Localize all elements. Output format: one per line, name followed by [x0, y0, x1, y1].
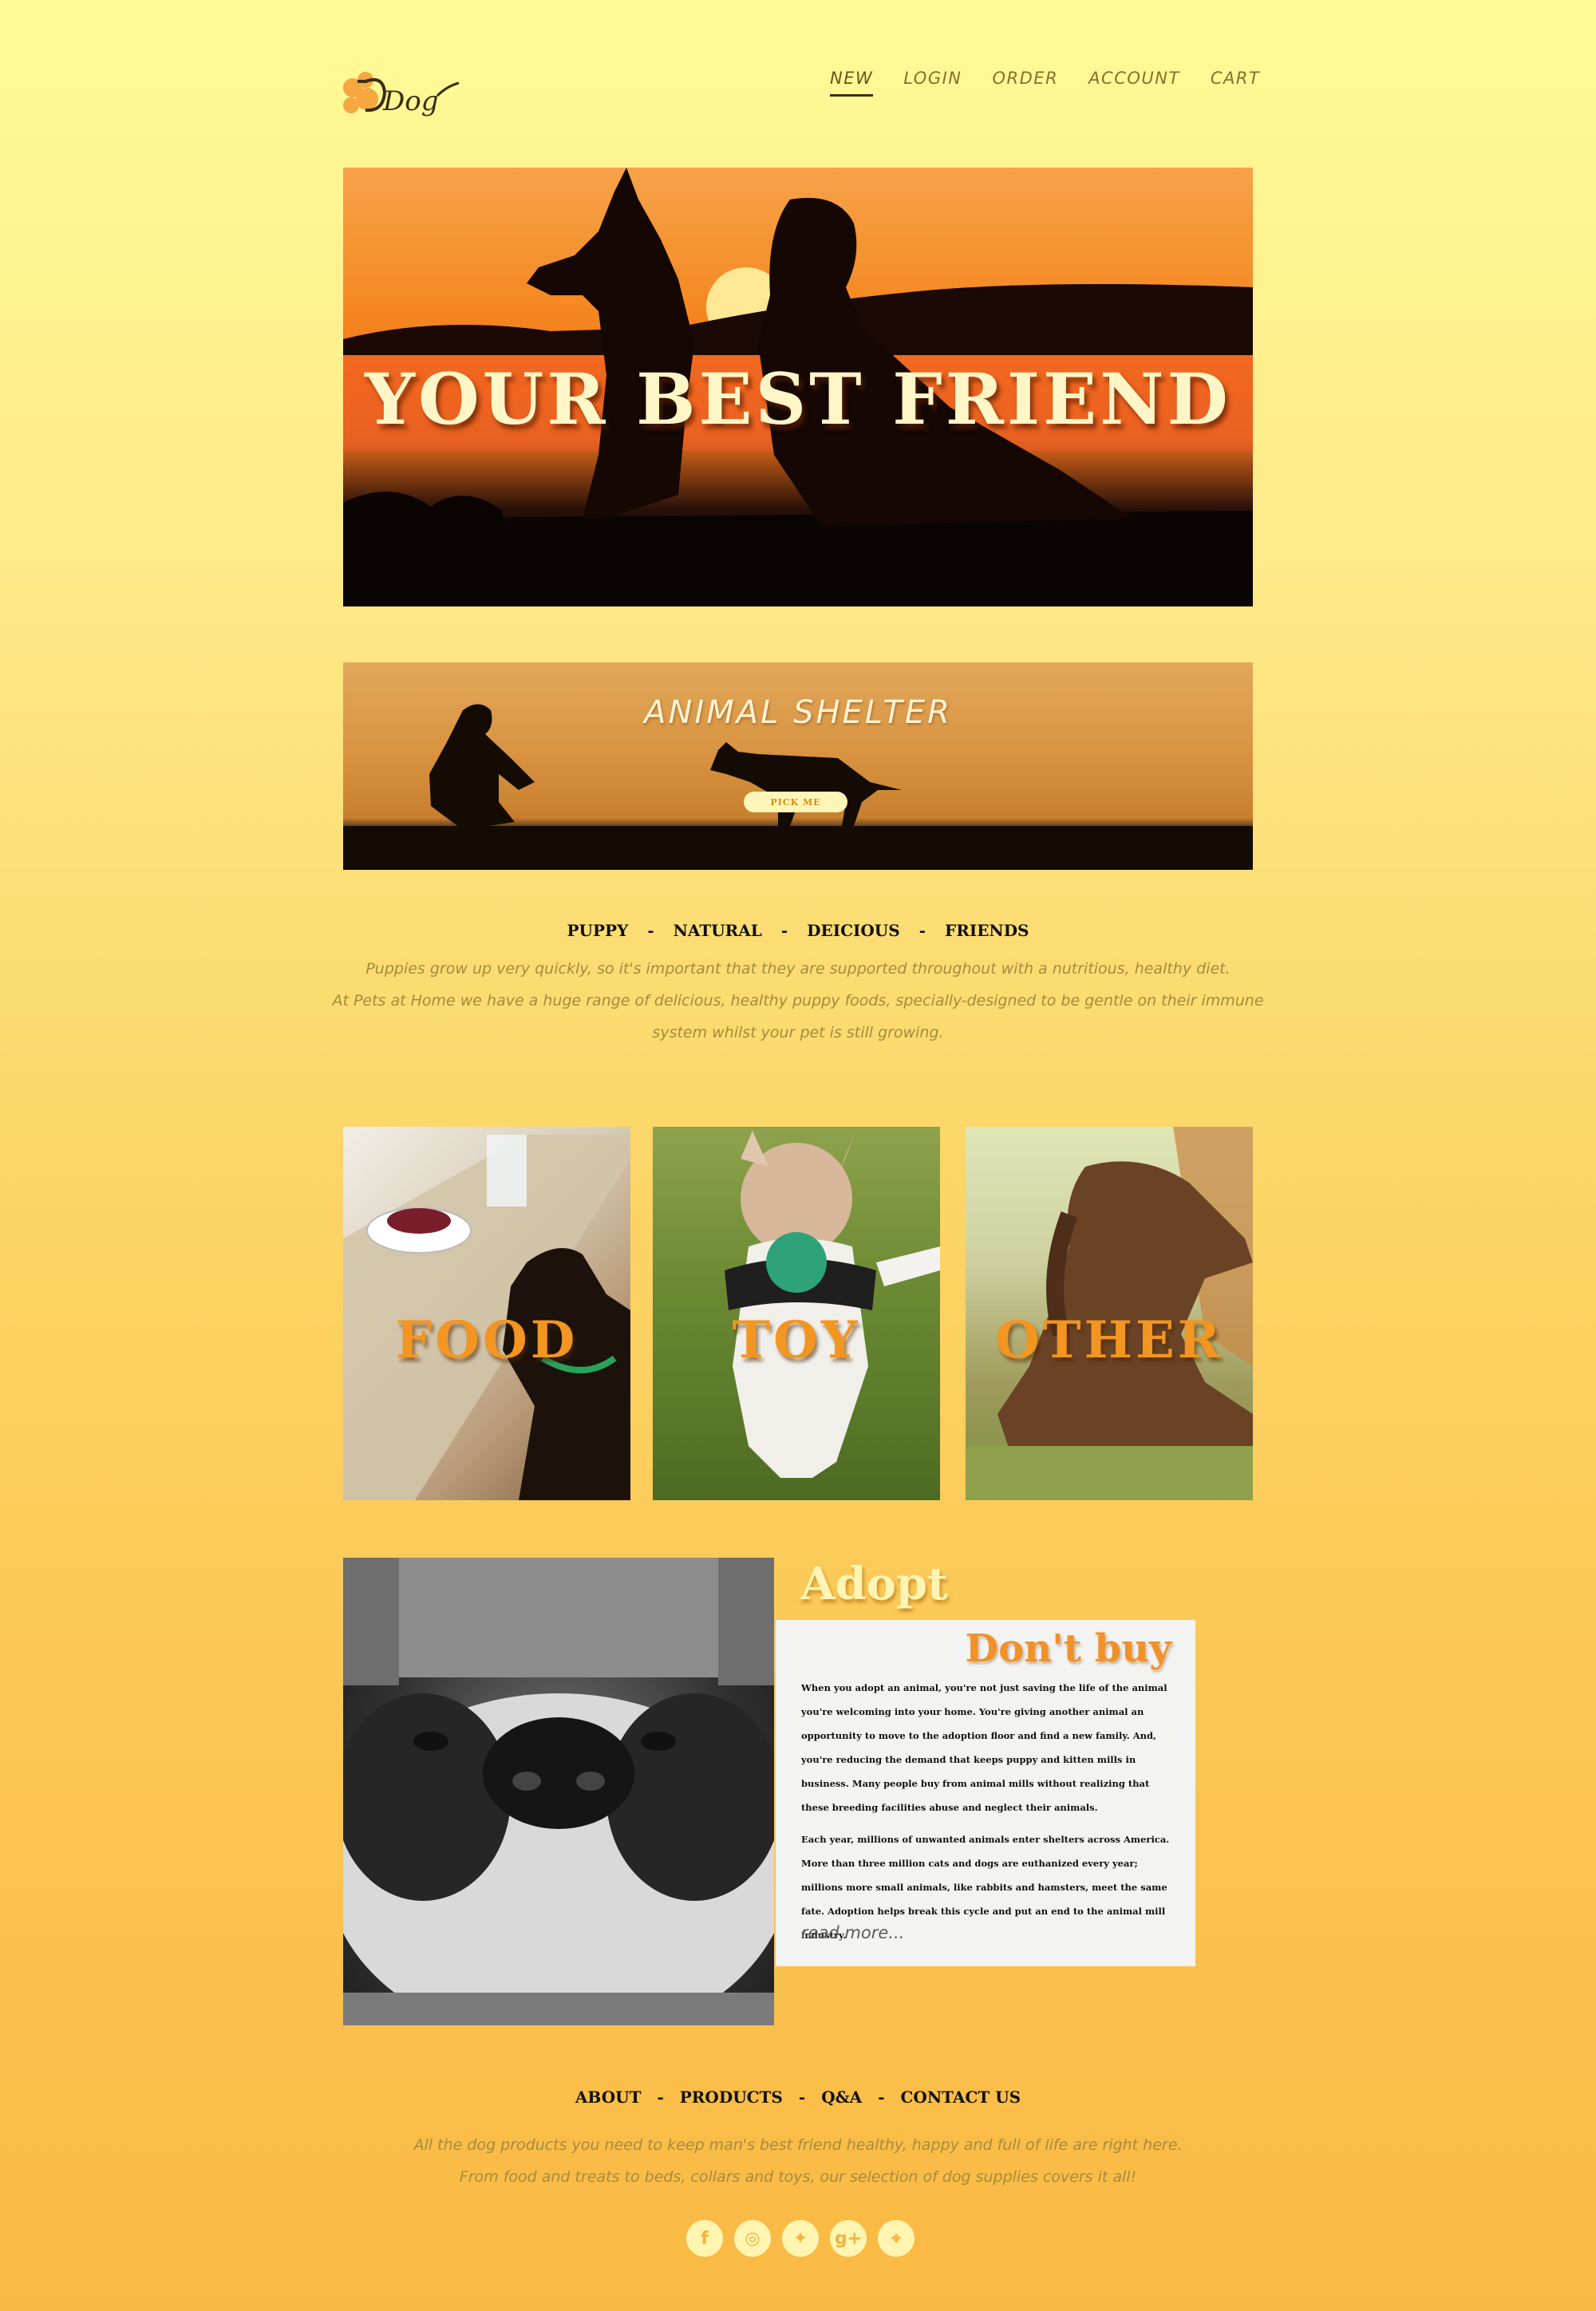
- animal-shelter-banner[interactable]: ANIMAL SHELTER PICK ME: [343, 662, 1253, 870]
- footer-line-1: All the dog products you need to keep ma…: [413, 2136, 1183, 2154]
- nav-order[interactable]: ORDER: [993, 69, 1059, 97]
- nav-cart[interactable]: CART: [1211, 69, 1260, 97]
- tag-natural: NATURAL: [673, 921, 762, 940]
- dont-buy-heading: Don't buy: [965, 1626, 1171, 1671]
- twitter-icon[interactable]: ✦: [782, 2220, 819, 2257]
- footer-link-products[interactable]: PRODUCTS: [680, 2088, 783, 2107]
- intro-line-1: Puppies grow up very quickly, so it's im…: [365, 960, 1231, 978]
- footer-line-2: From food and treats to beds, collars an…: [459, 2168, 1137, 2186]
- adopt-info-card: Don't buy When you adopt an animal, you'…: [776, 1620, 1195, 1966]
- shelter-title: ANIMAL SHELTER: [644, 694, 952, 731]
- logo-text: Dog: [382, 85, 439, 117]
- category-label-food: FOOD: [395, 1310, 579, 1370]
- adopt-dog-photo: [343, 1558, 774, 2025]
- pick-me-button[interactable]: PICK ME: [744, 792, 847, 812]
- footer-text: All the dog products you need to keep ma…: [239, 2129, 1357, 2193]
- social-links: f ◎ ✦ g+ ⌖: [686, 2220, 915, 2257]
- intro-line-2: At Pets at Home we have a huge range of …: [332, 992, 1264, 1041]
- footer-link-contact[interactable]: CONTACT US: [901, 2088, 1021, 2107]
- shelter-silhouette-image: [343, 704, 1253, 870]
- tag-friends: FRIENDS: [945, 921, 1029, 940]
- adopt-paragraph-1: When you adopt an animal, you're not jus…: [801, 1682, 1167, 1813]
- footer-link-about[interactable]: ABOUT: [575, 2088, 642, 2107]
- footer-link-qa[interactable]: Q&A: [821, 2088, 862, 2107]
- category-card-food[interactable]: FOOD: [343, 1127, 630, 1500]
- tag-line: PUPPY - NATURAL - DEICIOUS - FRIENDS: [567, 921, 1029, 940]
- category-card-other[interactable]: OTHER: [966, 1127, 1253, 1500]
- nav-login[interactable]: LOGIN: [903, 69, 962, 97]
- instagram-icon[interactable]: ◎: [734, 2220, 771, 2257]
- read-more-link[interactable]: read more...: [801, 1923, 904, 1942]
- intro-text: Puppies grow up very quickly, so it's im…: [319, 953, 1277, 1049]
- location-icon[interactable]: ⌖: [878, 2220, 915, 2257]
- facebook-icon[interactable]: f: [686, 2220, 723, 2257]
- google-plus-icon[interactable]: g+: [830, 2220, 867, 2257]
- hero-title: YOUR BEST FRIEND: [365, 358, 1231, 440]
- tag-puppy: PUPPY: [567, 921, 629, 940]
- category-label-toy: TOY: [732, 1310, 861, 1370]
- footer-nav: ABOUT - PRODUCTS - Q&A - CONTACT US: [575, 2088, 1021, 2107]
- main-nav: NEW LOGIN ORDER ACCOUNT CART: [830, 69, 1260, 97]
- site-logo[interactable]: Dog: [335, 64, 463, 120]
- tag-delicious: DEICIOUS: [807, 921, 900, 940]
- nav-account[interactable]: ACCOUNT: [1088, 69, 1180, 97]
- hero-banner: YOUR BEST FRIEND: [343, 168, 1253, 606]
- adopt-heading: Adopt: [800, 1558, 948, 1610]
- category-card-toy[interactable]: TOY: [653, 1127, 940, 1500]
- category-label-other: OTHER: [995, 1310, 1223, 1370]
- nav-new[interactable]: NEW: [830, 69, 874, 97]
